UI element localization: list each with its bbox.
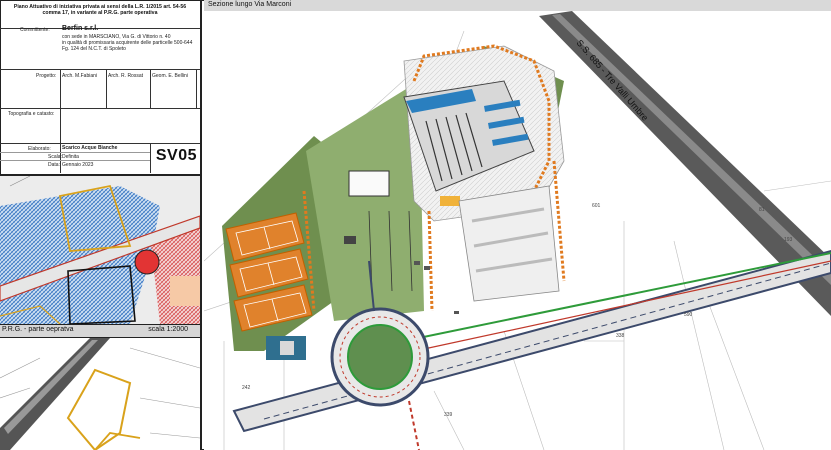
parcel-338: 338 [616, 333, 625, 339]
site-plan: S.S. 685 - Tre Valli Umbre 601 338 339 2… [204, 11, 831, 450]
parcel-339: 339 [444, 412, 453, 418]
data-value: Gennaio 2023 [62, 162, 94, 168]
committente-row: Committente: Berfin s.r.l. con sede in M… [0, 25, 200, 70]
committente-line-3: Fg. 124 del N.C.T. di Spoleto [62, 46, 126, 52]
topografia-label: Topografia e catasto: [8, 111, 55, 117]
inset-caption-left: P.R.G. - parte oepratva [2, 326, 74, 333]
committente-label: Committente: [20, 27, 50, 33]
data-label: Data: [48, 162, 60, 168]
designer-3: Geom. E. Bellini [152, 73, 188, 79]
parcel-590: 590 [684, 312, 693, 318]
committente-name: Berfin s.r.l. [62, 25, 99, 32]
elaborato-value: Scarico Acque Bianche [62, 145, 118, 151]
parcel-242: 242 [242, 385, 251, 391]
designer-1: Arch. M.Fabiani [62, 73, 98, 79]
main-title: Sezione lungo Via Marconi [208, 1, 292, 8]
progetto-row: Progetto: Arch. M.Fabiani Arch. R. Rossa… [0, 70, 200, 109]
progetto-label: Progetto: [36, 73, 57, 79]
designer-2: Arch. R. Rossat [108, 73, 144, 79]
drawing-code: SV05 [155, 147, 197, 164]
parcel-81: 81 [759, 207, 765, 213]
heading-line-2: comma 17, in variante al P.R.G. parte op… [42, 10, 158, 16]
prg-inset-map [0, 176, 200, 324]
main-drawing-area: Sezione lungo Via Marconi S.S. 685 - Tre… [204, 0, 831, 450]
inset-caption: P.R.G. - parte oepratva scala 1:2000 [0, 324, 200, 338]
topografia-row: Topografia e catasto: [0, 109, 200, 144]
parcel-601: 601 [592, 203, 601, 209]
title-block: Piano Attuativo di iniziativa privata ai… [0, 0, 200, 176]
prg-map-graphic [0, 176, 200, 324]
cadastral-inset-map [0, 338, 200, 450]
inset-caption-right: scala 1:2000 [148, 326, 188, 333]
cadastral-map-graphic [0, 338, 200, 450]
left-panel: Piano Attuativo di iniziativa privata ai… [0, 0, 202, 450]
parcel-193: 193 [784, 237, 793, 243]
